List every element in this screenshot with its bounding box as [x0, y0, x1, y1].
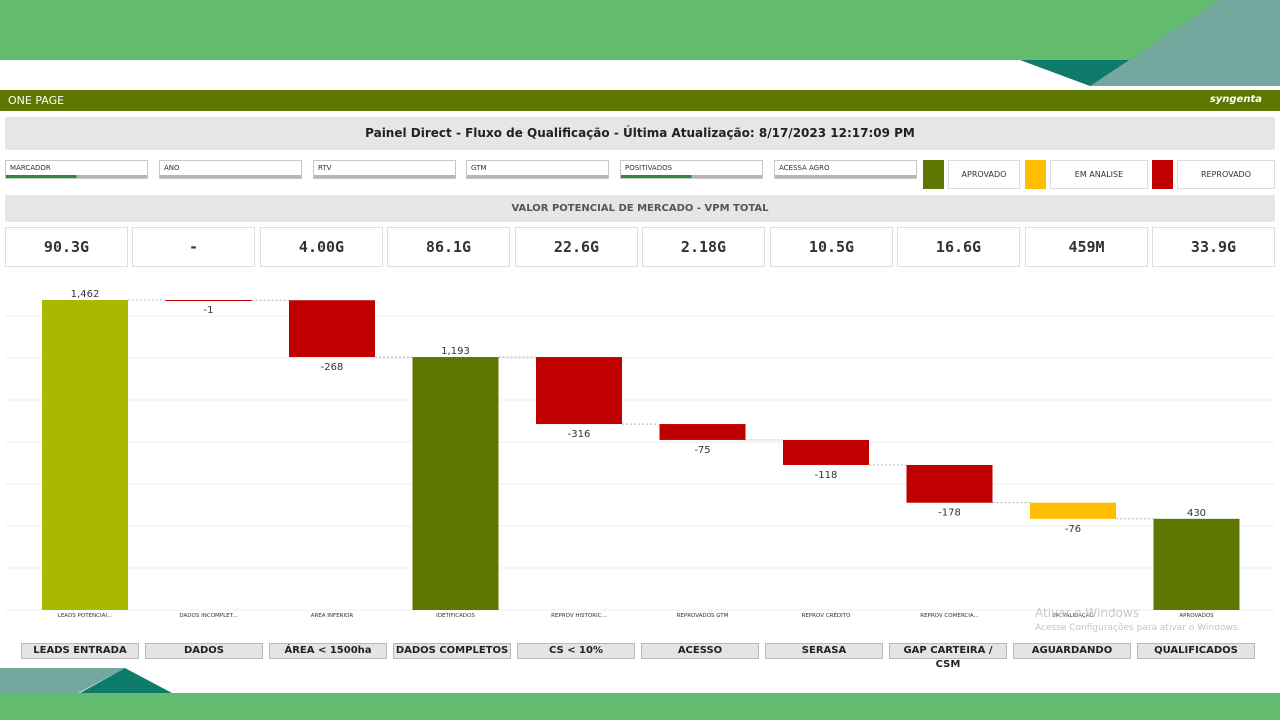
- legend-swatch-aprovado: [923, 160, 944, 189]
- windows-watermark-subtitle: Acesse Configurações para ativar o Windo…: [1035, 623, 1241, 633]
- filter-selection-bar: [314, 175, 455, 178]
- stage-button-dados[interactable]: DADOS: [145, 643, 263, 659]
- kpi-area: 4.00G: [260, 227, 383, 267]
- waterfall-bar: [412, 357, 499, 610]
- category-label: LEADS POTENCIAI...: [58, 613, 113, 619]
- filter-acessa-agro[interactable]: ACESSA AGRO: [774, 160, 917, 179]
- stage-button-area[interactable]: ÁREA < 1500ha: [269, 643, 387, 659]
- filter-selection-bar: [467, 175, 608, 178]
- kpi-aguardando: 459M: [1025, 227, 1148, 267]
- filter-label: ANO: [164, 164, 180, 172]
- filter-label: MARCADOR: [10, 164, 51, 172]
- app-title-bar: ONE PAGE syngenta: [0, 90, 1280, 111]
- stage-button-serasa[interactable]: SERASA: [765, 643, 883, 659]
- waterfall-bar: [289, 300, 375, 358]
- category-label: REPROVADOS GTM: [677, 613, 729, 619]
- category-label: AREA INFERIOR: [311, 613, 354, 619]
- app-title: ONE PAGE: [8, 94, 65, 107]
- waterfall-bar: [783, 439, 869, 465]
- category-label: REPROV CRÉDITO: [802, 611, 852, 619]
- legend-em-analise[interactable]: EM ANALISE: [1050, 160, 1148, 189]
- kpi-gap-carteira: 16.6G: [897, 227, 1020, 267]
- windows-watermark-title: Ativar o Windows: [1035, 606, 1139, 620]
- waterfall-bar: [659, 424, 746, 440]
- stage-button-qualificados[interactable]: QUALIFICADOS: [1137, 643, 1255, 659]
- filter-ano[interactable]: ANO: [159, 160, 302, 179]
- waterfall-bar: [1153, 518, 1240, 610]
- filter-selection-bar: [621, 175, 762, 178]
- data-label: 430: [1187, 508, 1206, 519]
- stage-button-acesso[interactable]: ACESSO: [641, 643, 759, 659]
- category-label: REPROV COMERCIA...: [920, 613, 979, 619]
- filter-gtm[interactable]: GTM: [466, 160, 609, 179]
- filter-label: RTV: [318, 164, 332, 172]
- dashboard-screen: ONE PAGE syngenta Painel Direct - Fluxo …: [0, 0, 1280, 720]
- legend-reprovado[interactable]: REPROVADO: [1177, 160, 1275, 189]
- waterfall-bar: [906, 464, 993, 503]
- waterfall-chart: 1,462 LEADS POTENCIAI... -1 DADOS INCOMPLET…: [5, 289, 1275, 619]
- filter-selection-bar: [160, 175, 301, 178]
- kpi-dados-completos: 86.1G: [387, 227, 510, 267]
- data-label: -1: [204, 305, 214, 316]
- bottom-decor-band: [0, 693, 1280, 720]
- legend-swatch-em-analise: [1025, 160, 1046, 189]
- brand-logo: syngenta: [1209, 94, 1262, 105]
- data-label: -316: [568, 429, 591, 440]
- filter-label: GTM: [471, 164, 487, 172]
- data-label: -75: [694, 445, 710, 456]
- filter-selection-bar: [775, 175, 916, 178]
- stage-button-aguardando[interactable]: AGUARDANDO: [1013, 643, 1131, 659]
- stage-button-gap-carteira[interactable]: GAP CARTEIRA / CSM: [889, 643, 1007, 670]
- top-right-decor: [1020, 0, 1280, 86]
- vpm-section-title: VALOR POTENCIAL DE MERCADO - VPM TOTAL: [511, 203, 769, 214]
- dashboard-title: Painel Direct - Fluxo de Qualificação - …: [365, 126, 915, 140]
- category-label: DADOS INCOMPLET...: [179, 613, 237, 619]
- kpi-leads-entrada: 90.3G: [5, 227, 128, 267]
- kpi-acesso: 2.18G: [642, 227, 765, 267]
- kpi-qualificados: 33.9G: [1152, 227, 1275, 267]
- filter-positivados[interactable]: POSITIVADOS: [620, 160, 763, 179]
- vpm-section-header: VALOR POTENCIAL DE MERCADO - VPM TOTAL: [5, 195, 1275, 222]
- waterfall-bar: [165, 300, 252, 301]
- kpi-serasa: 10.5G: [770, 227, 893, 267]
- waterfall-bar: [1030, 502, 1116, 519]
- legend-aprovado[interactable]: APROVADO: [948, 160, 1020, 189]
- data-label: 1,193: [441, 346, 470, 357]
- filter-label: ACESSA AGRO: [779, 164, 830, 172]
- dashboard-header: Painel Direct - Fluxo de Qualificação - …: [5, 117, 1275, 150]
- stage-button-leads-entrada[interactable]: LEADS ENTRADA: [21, 643, 139, 659]
- data-label: -76: [1065, 524, 1081, 535]
- waterfall-bar: [536, 357, 622, 425]
- data-label: 1,462: [71, 289, 100, 300]
- kpi-dados: -: [132, 227, 255, 267]
- category-label: APROVADOS: [1179, 613, 1214, 619]
- data-label: -118: [815, 470, 838, 481]
- filter-label: POSITIVADOS: [625, 164, 673, 172]
- legend-swatch-reprovado: [1152, 160, 1173, 189]
- data-label: -178: [938, 508, 961, 519]
- filter-marcador[interactable]: MARCADOR: [5, 160, 148, 179]
- filter-selection-bar: [6, 175, 147, 178]
- category-label: IDETIFICADOS: [436, 613, 475, 619]
- stage-button-cs[interactable]: CS < 10%: [517, 643, 635, 659]
- waterfall-bar: [42, 300, 128, 610]
- category-label: REPROV HISTORIC...: [551, 613, 607, 619]
- kpi-cs: 22.6G: [515, 227, 638, 267]
- data-label: -268: [321, 362, 344, 373]
- filter-rtv[interactable]: RTV: [313, 160, 456, 179]
- stage-button-dados-completos[interactable]: DADOS COMPLETOS: [393, 643, 511, 659]
